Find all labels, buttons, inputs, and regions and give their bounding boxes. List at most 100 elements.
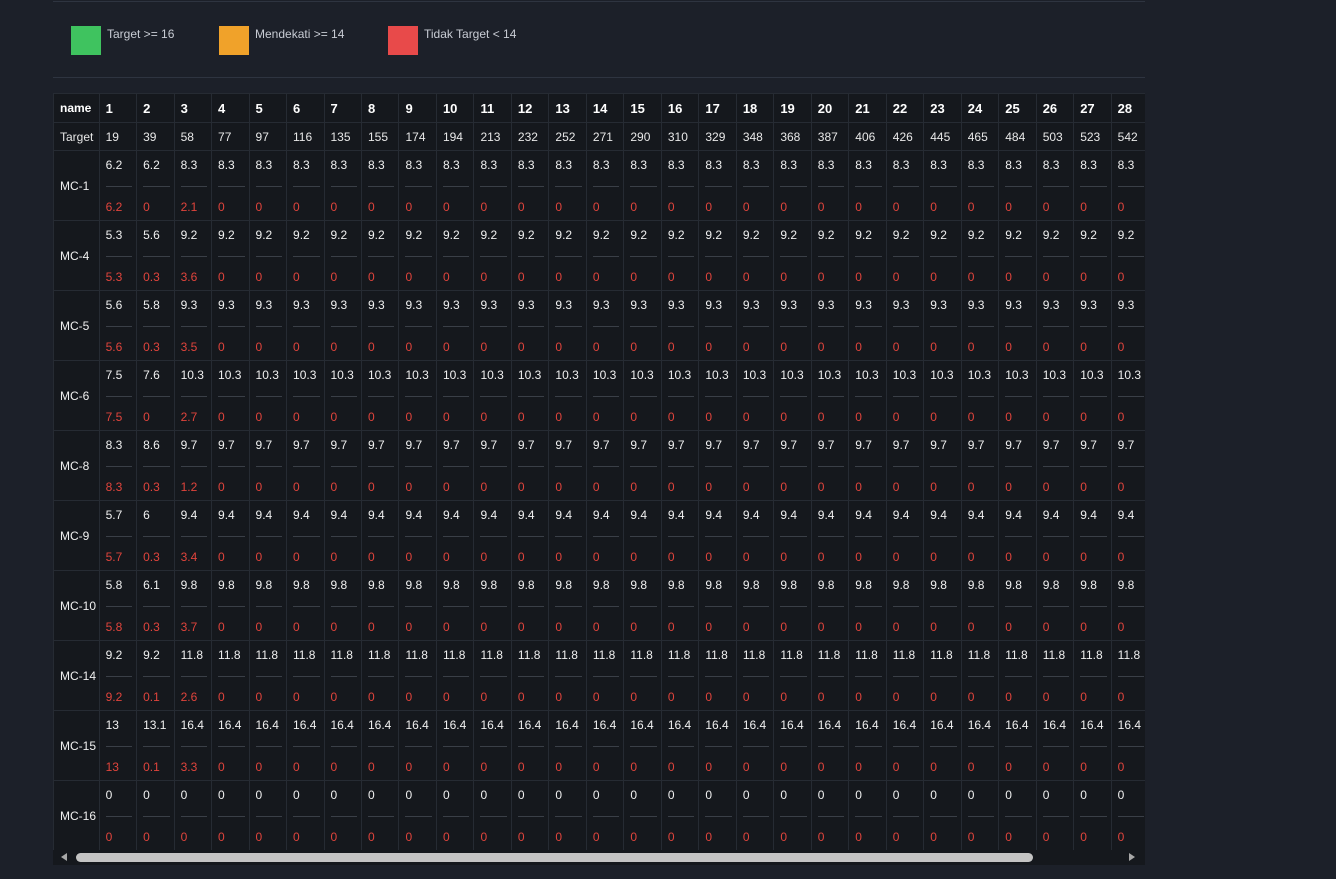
difference-value: 0 bbox=[892, 620, 900, 634]
difference-value: 0 bbox=[855, 690, 862, 704]
actual-value: 10.3 bbox=[255, 368, 279, 382]
value-cell: 5.3 5.3 bbox=[98, 220, 138, 291]
actual-value: 9.8 bbox=[742, 578, 760, 592]
value-cell: 9.2 0 bbox=[960, 220, 1000, 291]
value-cell: 9.4 0 bbox=[473, 500, 512, 571]
actual-value: 0 bbox=[1117, 788, 1125, 802]
difference-value: 0 bbox=[555, 410, 563, 424]
legend-swatch-red bbox=[388, 26, 418, 55]
value-cell: 11.8 0 bbox=[211, 640, 250, 711]
difference-value: 0 bbox=[967, 690, 975, 704]
column-header: 21 bbox=[848, 93, 887, 123]
actual-value: 11.8 bbox=[180, 648, 204, 662]
value-cell: 9.2 0.1 bbox=[136, 640, 175, 711]
actual-value: 16.4 bbox=[1080, 718, 1104, 732]
difference-value: 0 bbox=[405, 340, 413, 354]
data-table-container[interactable]: name 1 2 3 4 5 6 7 8 9 10 11 12 13 14 15 16 17 18 19 20 21 22… bbox=[53, 93, 1145, 850]
value-cell: 00 bbox=[510, 780, 550, 850]
difference-value: 0 bbox=[592, 550, 600, 564]
actual-value: 9.4 bbox=[330, 508, 348, 522]
difference-value: 0 bbox=[442, 760, 450, 774]
machine-row: MC-4 5.3 5.3 5.6 0.3 9.2 3.6 9.2 0 9.2 0 9.2 0 9.2 0 9.… bbox=[53, 220, 1145, 291]
difference-value: 0 bbox=[892, 270, 900, 284]
difference-value: 3.7 bbox=[180, 620, 198, 634]
scroll-right-arrow-icon[interactable] bbox=[1129, 853, 1135, 861]
scrollbar-thumb[interactable] bbox=[76, 853, 1033, 862]
column-header: 18 bbox=[735, 93, 775, 123]
value-cell: 9.2 0 bbox=[623, 220, 662, 291]
difference-value: 0 bbox=[1005, 620, 1012, 634]
actual-value: 10.3 bbox=[742, 368, 767, 382]
value-cell: 9.7 0 bbox=[473, 430, 512, 501]
actual-value: 11.8 bbox=[967, 648, 991, 662]
actual-value: 11.8 bbox=[293, 648, 316, 662]
value-cell: 9.8 0 bbox=[848, 570, 887, 641]
actual-value: 11.8 bbox=[555, 648, 578, 662]
scroll-left-arrow-icon[interactable] bbox=[61, 853, 67, 861]
actual-value: 9.2 bbox=[218, 228, 235, 242]
value-cell: 11.8 0 bbox=[660, 640, 700, 711]
value-cell: 16.4 0 bbox=[1035, 710, 1075, 781]
value-cell: 9.8 0 bbox=[735, 570, 775, 641]
actual-value: 16.4 bbox=[592, 718, 617, 732]
actual-value: 8.3 bbox=[480, 158, 498, 172]
value-cell: 00 bbox=[211, 780, 250, 850]
actual-value: 11.8 bbox=[517, 648, 541, 662]
actual-value: 9.7 bbox=[630, 438, 648, 452]
actual-value: 8.3 bbox=[180, 158, 198, 172]
value-cell: 9.3 0 bbox=[435, 290, 475, 361]
difference-value: 0 bbox=[667, 620, 675, 634]
column-header: 23 bbox=[923, 93, 962, 123]
difference-value: 0 bbox=[817, 760, 825, 774]
actual-value: 9.7 bbox=[892, 438, 910, 452]
difference-value: 3.5 bbox=[180, 340, 198, 354]
actual-value: 0 bbox=[967, 788, 975, 802]
difference-value: 0 bbox=[855, 480, 862, 494]
actual-value: 10.3 bbox=[1042, 368, 1067, 382]
actual-value: 9.3 bbox=[930, 298, 947, 312]
actual-value: 16.4 bbox=[367, 718, 392, 732]
machine-name: MC-1 bbox=[53, 150, 100, 221]
value-cell: 9.2 0 bbox=[735, 220, 775, 291]
actual-value: 9.2 bbox=[1080, 228, 1097, 242]
value-cell: 9.4 0 bbox=[960, 500, 1000, 571]
machine-row: MC-6 7.5 7.5 7.6 0 10.3 2.7 10.3 0 10.3 0 10.3 0 10.3… bbox=[53, 360, 1145, 431]
actual-value: 9.3 bbox=[180, 298, 198, 312]
difference-value: 0 bbox=[855, 340, 862, 354]
actual-value: 9.3 bbox=[405, 298, 423, 312]
value-cell: 8.3 0 bbox=[510, 150, 550, 221]
actual-value: 8.3 bbox=[517, 158, 535, 172]
actual-value: 16.4 bbox=[517, 718, 542, 732]
value-cell: 8.3 0 bbox=[660, 150, 700, 221]
difference-value: 0 bbox=[780, 340, 787, 354]
value-cell: 9.7 0 bbox=[248, 430, 288, 501]
value-cell: 9.4 0 bbox=[1073, 500, 1112, 571]
difference-value: 1.2 bbox=[180, 480, 198, 494]
actual-value: 9.8 bbox=[367, 578, 385, 592]
value-cell: 9.7 0 bbox=[885, 430, 925, 501]
actual-value: 16.4 bbox=[218, 718, 242, 732]
column-header: 4 bbox=[211, 93, 250, 123]
actual-value: 9.2 bbox=[330, 228, 348, 242]
difference-value: 0 bbox=[780, 200, 787, 214]
difference-value: 0 bbox=[742, 480, 750, 494]
column-header: 27 bbox=[1073, 93, 1112, 123]
actual-value: 11.8 bbox=[705, 648, 728, 662]
difference-value: 0 bbox=[705, 270, 713, 284]
actual-value: 9.2 bbox=[1042, 228, 1060, 242]
actual-value: 9.4 bbox=[1005, 508, 1022, 522]
actual-value: 9.2 bbox=[855, 228, 872, 242]
actual-value: 11.8 bbox=[930, 648, 953, 662]
actual-value: 9.4 bbox=[780, 508, 797, 522]
difference-value: 0 bbox=[405, 690, 413, 704]
actual-value: 0 bbox=[442, 788, 450, 802]
value-cell: 10.3 0 bbox=[211, 360, 250, 431]
difference-value: 0 bbox=[630, 480, 638, 494]
difference-value: 0.1 bbox=[143, 760, 160, 774]
difference-value: 0 bbox=[817, 410, 825, 424]
difference-value: 0 bbox=[1117, 270, 1125, 284]
horizontal-scrollbar[interactable] bbox=[53, 850, 1145, 865]
difference-value: 0 bbox=[780, 830, 787, 844]
target-cell: 426 bbox=[885, 122, 925, 151]
value-cell: 9.4 0 bbox=[623, 500, 662, 571]
